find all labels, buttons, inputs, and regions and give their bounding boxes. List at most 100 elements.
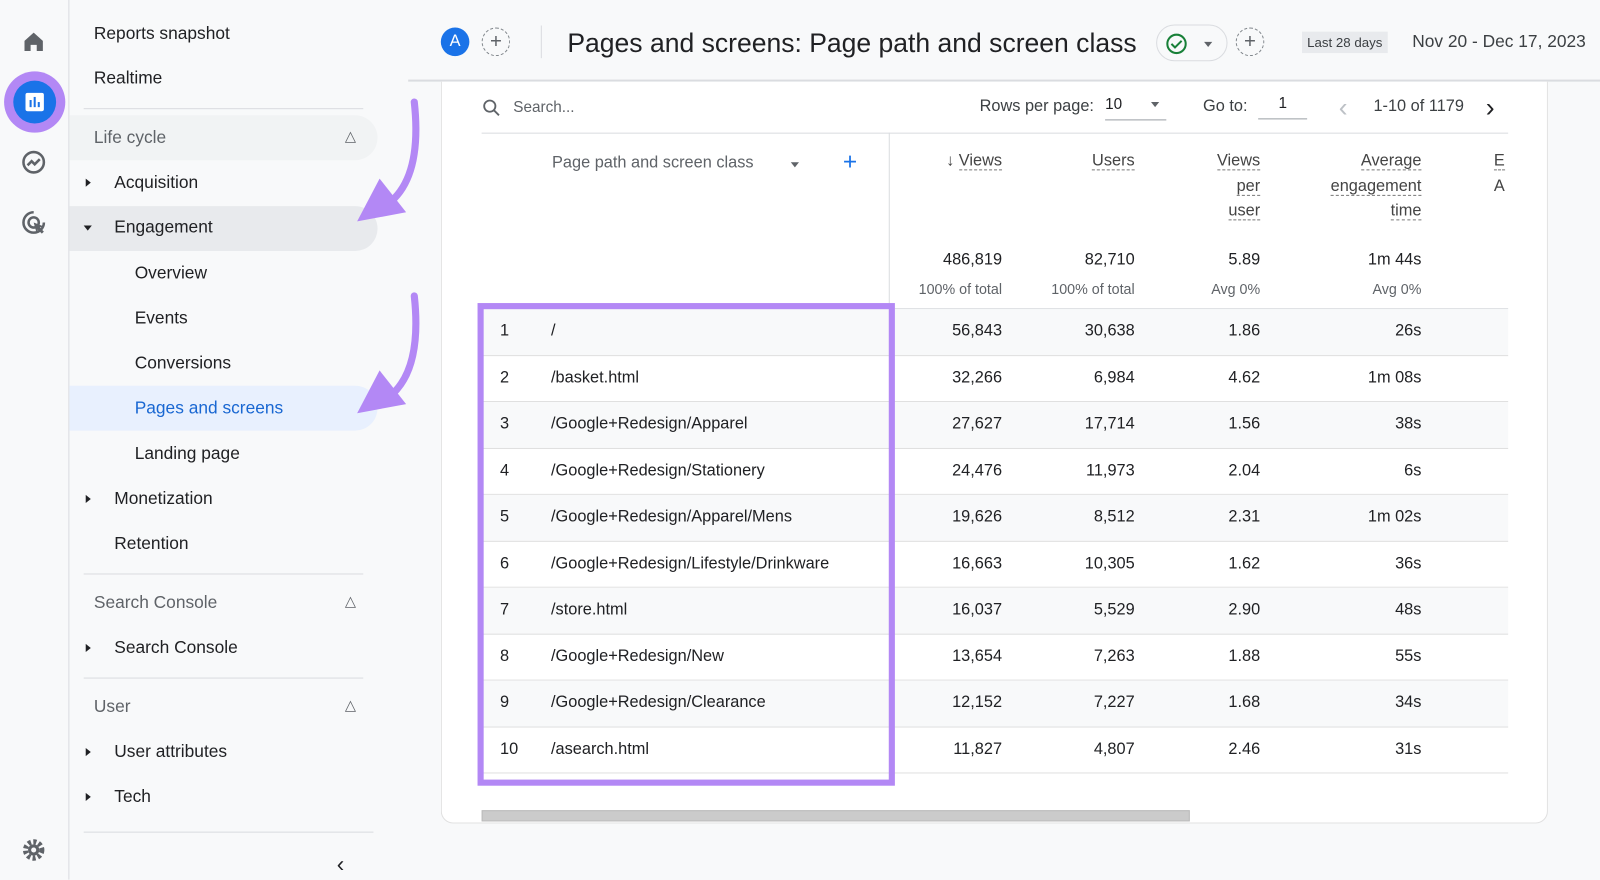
avg-engagement-time: 6s [1404, 461, 1422, 480]
reports-icon[interactable] [13, 80, 57, 124]
nav-events[interactable]: Events [135, 308, 188, 328]
add-icon[interactable]: + [1235, 27, 1265, 57]
annotation-arrows [357, 98, 420, 414]
users: 17,714 [1084, 415, 1135, 433]
expand-icon[interactable] [85, 494, 91, 504]
avg-engagement-time: 55s [1395, 647, 1422, 665]
dropdown-arrow-icon [1151, 102, 1160, 108]
date-range[interactable]: Nov 20 - Dec 17, 2023 [1412, 32, 1586, 52]
views-per-user: 1.86 [1228, 322, 1261, 340]
total-users: 82,710 [1084, 251, 1135, 269]
expand-icon[interactable] [85, 643, 91, 653]
column-header-users[interactable]: Users [1012, 149, 1135, 174]
nav-retention[interactable]: Retention [114, 534, 188, 554]
views-per-user: 4.62 [1228, 368, 1261, 387]
dimension-header[interactable]: Page path and screen class [552, 154, 753, 172]
next-page-icon[interactable]: › [1486, 92, 1495, 124]
chevron-up-icon[interactable]: △ [345, 697, 356, 714]
comparison-avatar[interactable]: A [440, 27, 470, 57]
collapse-icon[interactable] [83, 225, 92, 231]
avg-engagement-time: 36s [1395, 554, 1422, 572]
total-views-per-user: 5.89 [1228, 251, 1261, 269]
views: 19,626 [952, 508, 1003, 526]
nav-user-attributes[interactable]: User attributes [114, 742, 227, 762]
views: 24,476 [952, 461, 1003, 480]
users: 10,305 [1084, 554, 1135, 572]
total-vpu-sub: Avg 0% [1211, 280, 1261, 297]
total-users-sub: 100% of total [1051, 280, 1135, 297]
check-circle-icon [1166, 33, 1187, 55]
add-comparison-icon[interactable]: + [481, 27, 511, 57]
add-dimension-icon[interactable]: + [843, 148, 857, 177]
avg-engagement-time: 38s [1395, 415, 1422, 433]
nav-reports-snapshot[interactable]: Reports snapshot [94, 23, 230, 43]
report-header: A + Pages and screens: Page path and scr… [408, 0, 1600, 82]
nav-pages-and-screens[interactable]: Pages and screens [135, 398, 284, 418]
rows-per-page-label: Rows per page: [979, 97, 1094, 116]
nav-search-console[interactable]: Search Console [114, 638, 237, 658]
avg-engagement-time: 48s [1395, 601, 1422, 619]
nav-acquisition[interactable]: Acquisition [114, 172, 198, 192]
views-per-user: 1.68 [1228, 693, 1261, 712]
total-avg-sub: Avg 0% [1372, 280, 1422, 297]
nav-overview[interactable]: Overview [135, 263, 207, 283]
highlight-box [477, 303, 895, 786]
goto-label: Go to: [1203, 97, 1248, 116]
column-header-avg-engagement-time[interactable]: Average engagement time [1279, 149, 1422, 224]
expand-icon[interactable] [85, 747, 91, 757]
users: 8,512 [1093, 508, 1135, 526]
horizontal-scrollbar[interactable] [481, 810, 1190, 822]
views: 13,654 [952, 647, 1003, 665]
settings-icon[interactable] [18, 835, 49, 866]
advertising-icon[interactable] [18, 207, 49, 238]
nav-landing-page[interactable]: Landing page [135, 444, 240, 464]
views: 56,843 [952, 322, 1003, 340]
dropdown-arrow-icon [1204, 41, 1213, 47]
nav-monetization[interactable]: Monetization [114, 489, 212, 509]
nav-engagement[interactable]: Engagement [114, 217, 212, 237]
nav-conversions[interactable]: Conversions [135, 353, 231, 373]
users: 6,984 [1093, 368, 1135, 387]
users: 11,973 [1085, 461, 1135, 480]
home-icon[interactable] [18, 27, 49, 58]
explore-icon[interactable] [18, 147, 49, 178]
column-header-views[interactable]: ↓ Views [880, 149, 1003, 174]
views: 27,627 [952, 415, 1003, 433]
search-icon [483, 99, 500, 116]
views-per-user: 2.31 [1228, 508, 1261, 526]
users: 7,227 [1093, 693, 1135, 712]
avg-engagement-time: 34s [1395, 693, 1422, 712]
search-console-section-header[interactable]: Search Console [94, 593, 217, 613]
views: 16,037 [952, 601, 1003, 619]
views-per-user: 2.90 [1228, 601, 1261, 619]
dimension-dropdown-icon[interactable] [790, 162, 799, 168]
status-dropdown[interactable] [1156, 24, 1228, 62]
search-input[interactable]: Search... [513, 99, 574, 116]
collapse-nav-icon[interactable]: ‹ [337, 851, 344, 878]
expand-icon[interactable] [85, 792, 91, 802]
column-header-cut[interactable]: EA [1493, 149, 1508, 199]
nav-tech[interactable]: Tech [114, 787, 151, 807]
views: 12,152 [952, 693, 1003, 712]
views-per-user: 1.88 [1228, 647, 1261, 665]
chevron-up-icon[interactable]: △ [345, 593, 356, 610]
icon-rail [0, 0, 70, 880]
views-per-user: 2.46 [1228, 740, 1261, 758]
total-avg-engagement: 1m 44s [1367, 251, 1422, 269]
views-per-user: 1.56 [1228, 415, 1261, 433]
goto-input[interactable]: 1 [1258, 95, 1308, 120]
avg-engagement-time: 1m 08s [1367, 368, 1422, 387]
total-views-sub: 100% of total [918, 280, 1003, 297]
rows-per-page-select[interactable]: 10 [1105, 95, 1167, 121]
avg-engagement-time: 26s [1395, 322, 1422, 340]
nav-realtime[interactable]: Realtime [94, 68, 162, 88]
user-section-header[interactable]: User [94, 697, 131, 717]
column-header-views-per-user[interactable]: Views per user [1138, 149, 1261, 224]
prev-page-icon[interactable]: ‹ [1339, 92, 1348, 124]
users: 30,638 [1084, 322, 1135, 340]
users: 7,263 [1093, 647, 1135, 665]
expand-icon[interactable] [85, 178, 91, 187]
rows-per-page-value: 10 [1105, 95, 1123, 114]
pagination-status: 1-10 of 1179 [1373, 97, 1464, 116]
page-title: Pages and screens: Page path and screen … [567, 27, 1137, 59]
